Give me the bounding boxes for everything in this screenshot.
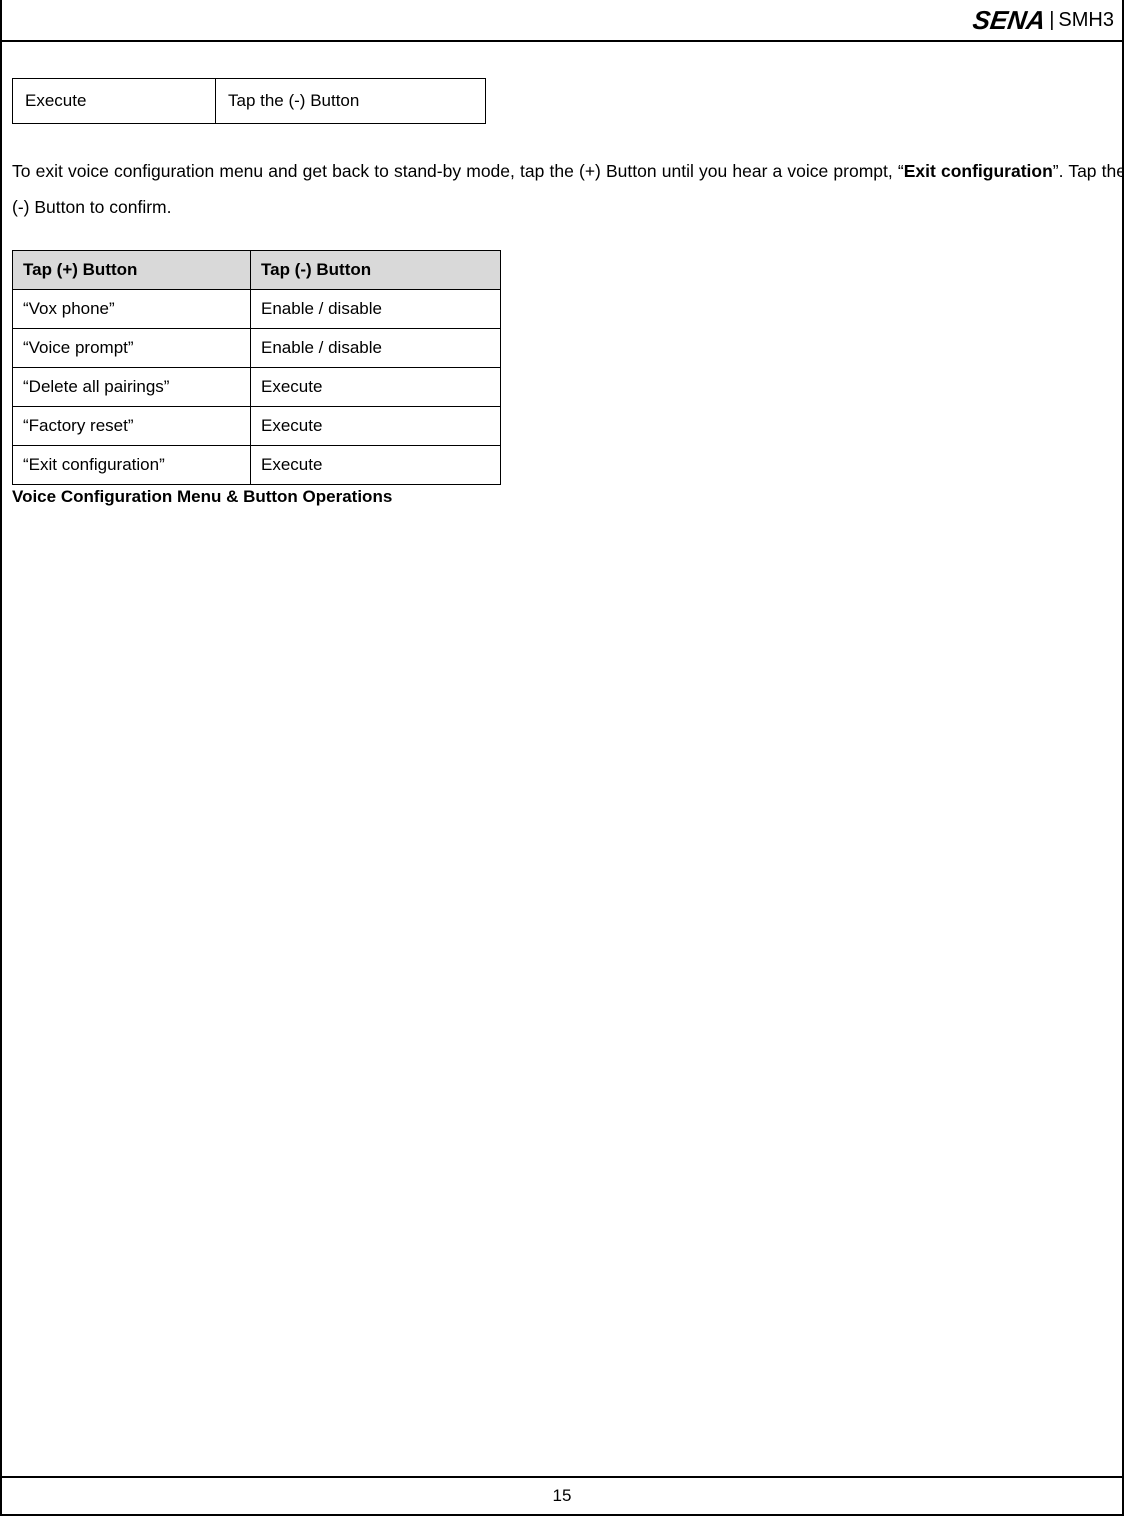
table-row: “Factory reset” Execute xyxy=(13,406,501,445)
header-separator: | xyxy=(1049,9,1054,32)
execute-table: Execute Tap the (-) Button xyxy=(12,78,486,124)
instruction-paragraph: To exit voice configuration menu and get… xyxy=(12,154,1124,226)
config-cell: “Voice prompt” xyxy=(13,328,251,367)
config-header-plus: Tap (+) Button xyxy=(13,250,251,289)
model-label: SMH3 xyxy=(1058,9,1114,32)
config-cell: “Vox phone” xyxy=(13,289,251,328)
config-cell: Execute xyxy=(251,445,501,484)
execute-cell-right: Tap the (-) Button xyxy=(216,79,486,124)
table-header-row: Tap (+) Button Tap (-) Button xyxy=(13,250,501,289)
page-number: 15 xyxy=(553,1486,572,1506)
config-table: Tap (+) Button Tap (-) Button “Vox phone… xyxy=(12,250,501,485)
config-header-minus: Tap (-) Button xyxy=(251,250,501,289)
table-row: “Vox phone” Enable / disable xyxy=(13,289,501,328)
table-row: “Voice prompt” Enable / disable xyxy=(13,328,501,367)
page-content: Execute Tap the (-) Button To exit voice… xyxy=(12,78,1122,507)
execute-cell-left: Execute xyxy=(13,79,216,124)
table-row: “Delete all pairings” Execute xyxy=(13,367,501,406)
table-row: Execute Tap the (-) Button xyxy=(13,79,486,124)
config-cell: Execute xyxy=(251,367,501,406)
config-cell: Enable / disable xyxy=(251,328,501,367)
page-footer: 15 xyxy=(2,1476,1122,1514)
config-cell: “Delete all pairings” xyxy=(13,367,251,406)
config-cell: Execute xyxy=(251,406,501,445)
config-cell: “Exit configuration” xyxy=(13,445,251,484)
page-frame: SENA | SMH3 Execute Tap the (-) Button T… xyxy=(0,0,1124,1516)
table-row: “Exit configuration” Execute xyxy=(13,445,501,484)
table-caption: Voice Configuration Menu & Button Operat… xyxy=(12,487,1122,507)
config-cell: “Factory reset” xyxy=(13,406,251,445)
paragraph-part1: To exit voice configuration menu and get… xyxy=(12,161,904,181)
page-header: SENA | SMH3 xyxy=(2,0,1122,42)
paragraph-bold: Exit configuration xyxy=(904,161,1053,181)
config-cell: Enable / disable xyxy=(251,289,501,328)
brand-logo: SENA xyxy=(971,5,1048,36)
